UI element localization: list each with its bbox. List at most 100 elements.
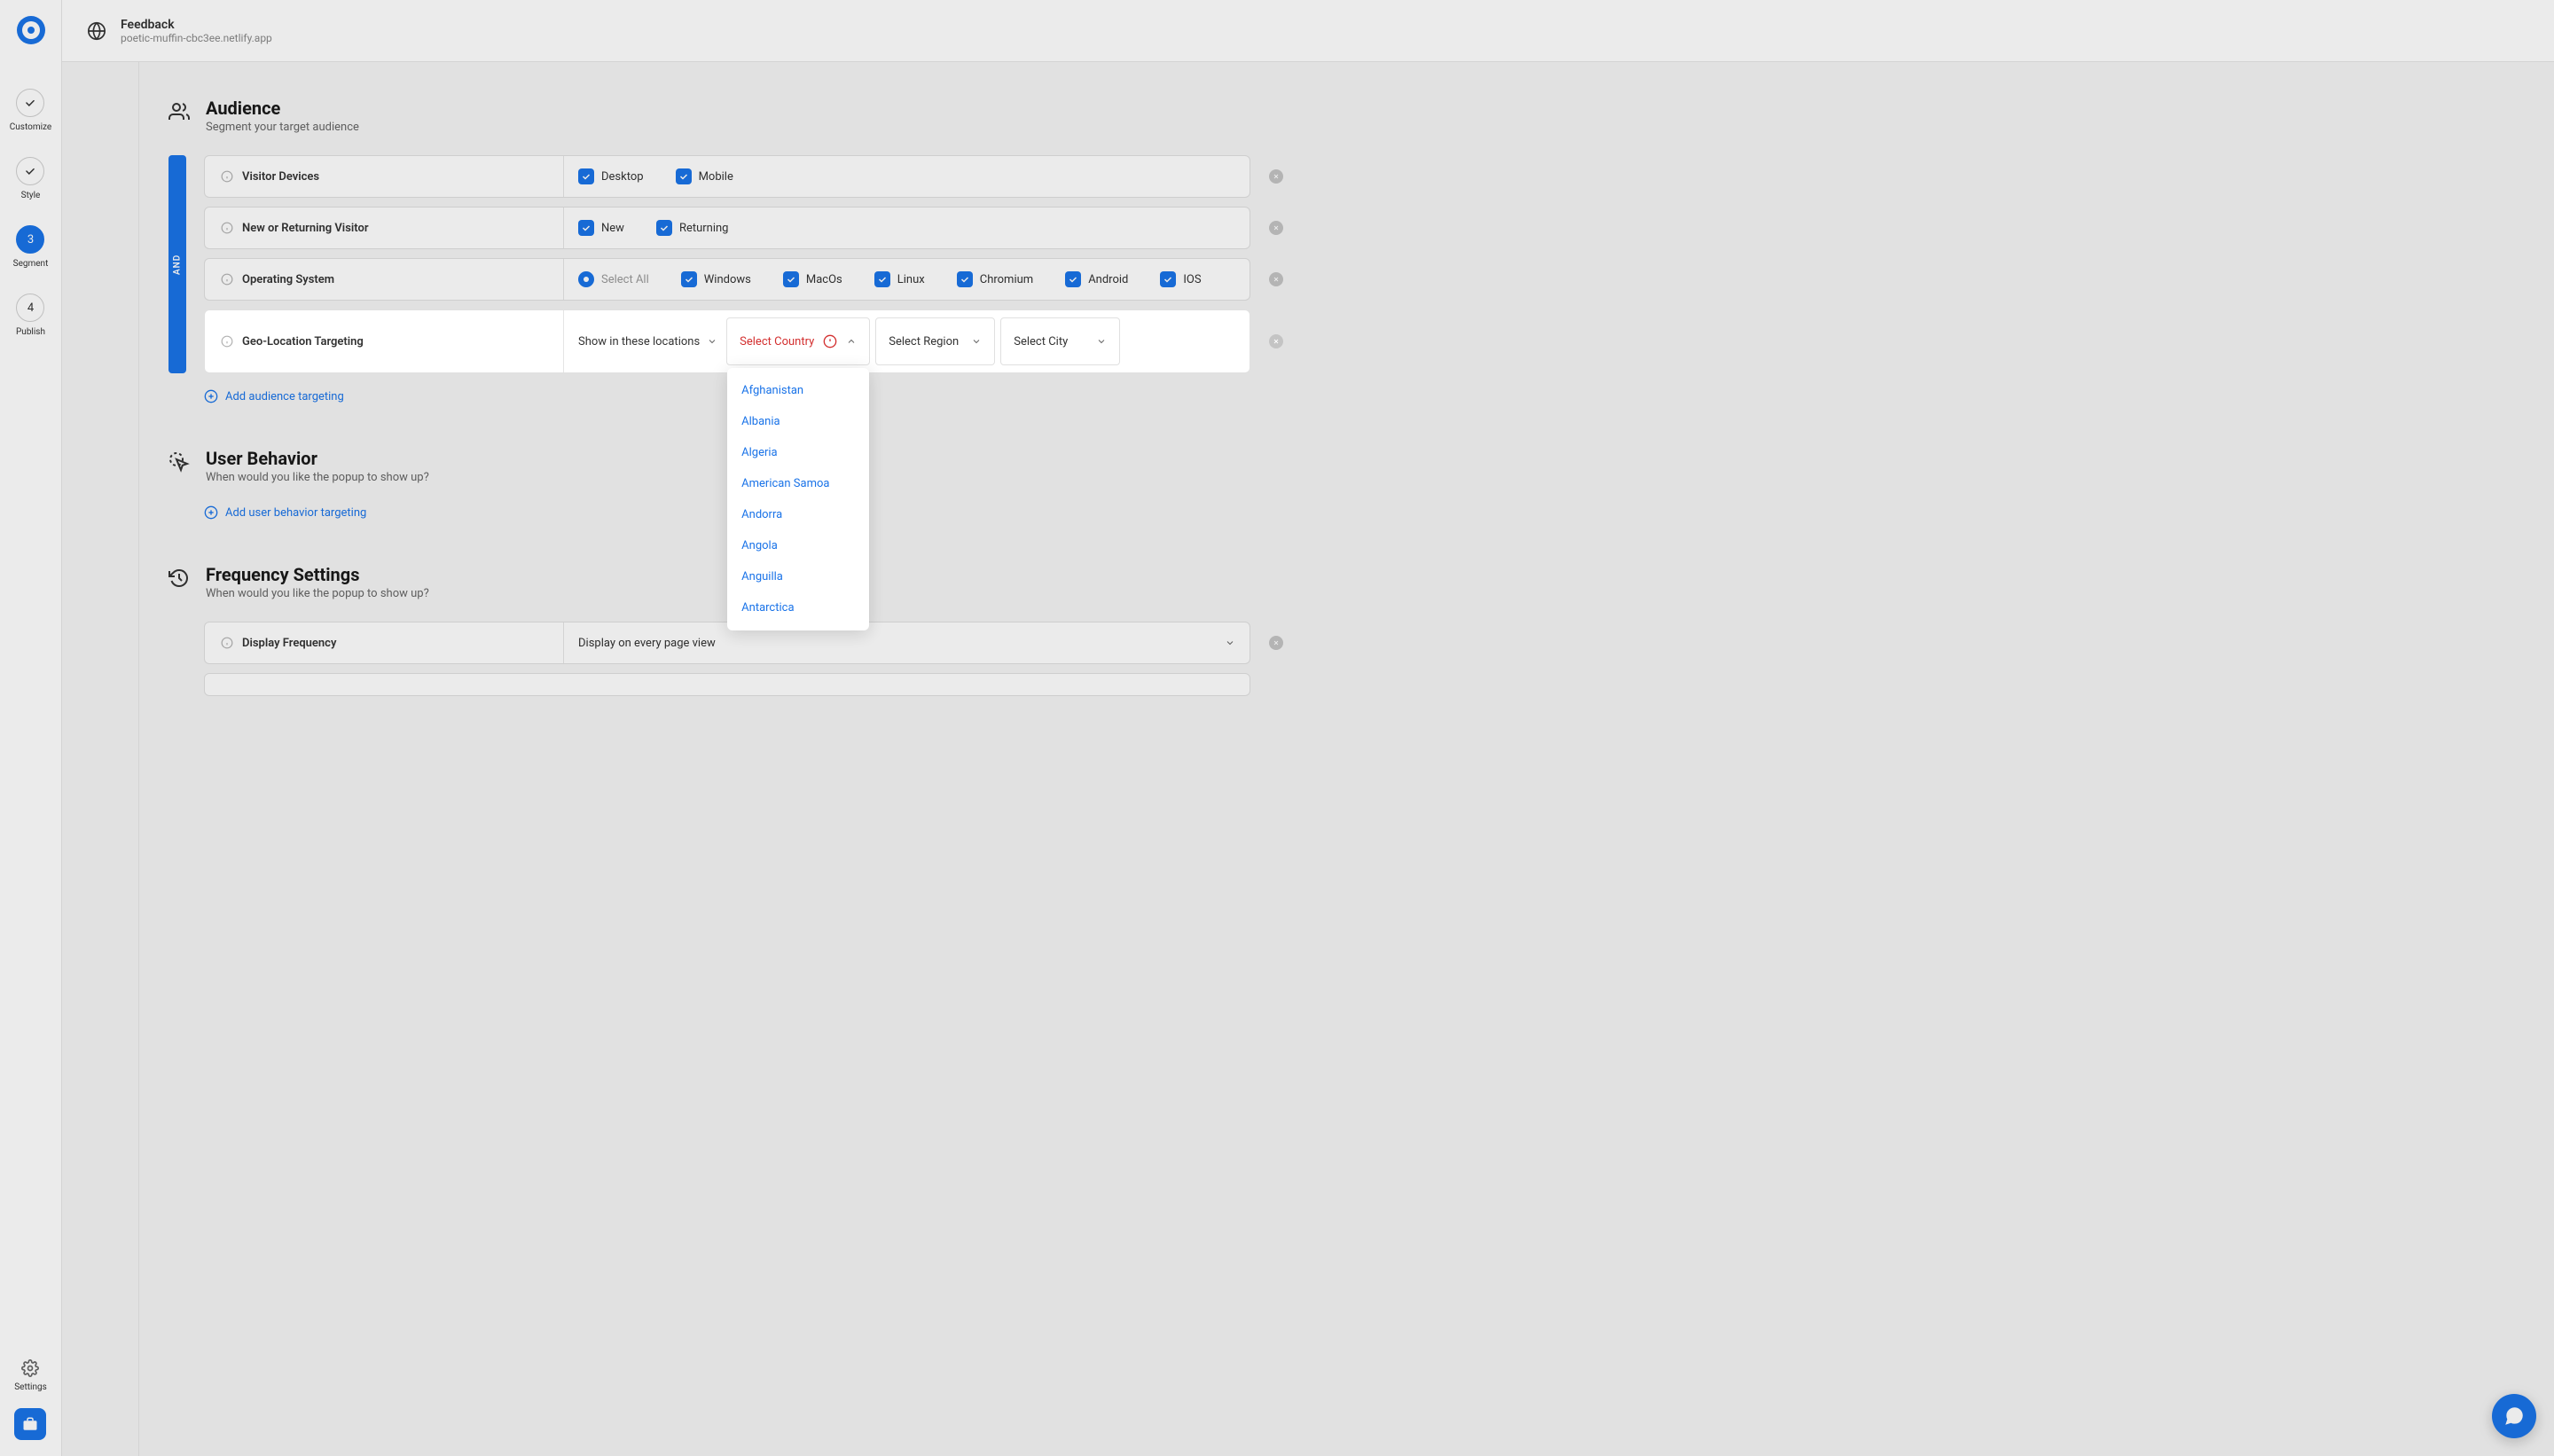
macos-checkbox[interactable]: MacOs [783,271,842,287]
country-option[interactable]: Afghanistan [727,375,869,406]
info-icon [221,637,233,649]
info-icon [221,335,233,348]
check-icon [581,171,591,182]
remove-row-button[interactable] [1269,169,1283,184]
country-option[interactable]: American Samoa [727,468,869,499]
linux-checkbox[interactable]: Linux [874,271,925,287]
sidebar-nav: Customize Style 3 Segment 4 Publish Sett… [0,0,62,1456]
country-option[interactable]: Andorra [727,499,869,530]
frequency-title: Frequency Settings [206,564,429,585]
and-tab: AND [168,155,186,373]
behavior-section: User Behavior When would you like the po… [168,448,1250,520]
page-title: Feedback [121,18,272,32]
chromium-checkbox[interactable]: Chromium [957,271,1033,287]
geo-row: Geo-Location Targeting Show in these loc… [204,309,1250,373]
nav-step-publish-label: Publish [16,327,45,337]
nav-step-style-label: Style [21,191,41,200]
check-icon [1163,274,1173,285]
country-option[interactable]: Albania [727,406,869,437]
page-subtitle: poetic-muffin-cbc3ee.netlify.app [121,32,272,44]
select-city[interactable]: Select City [1000,317,1120,365]
remove-row-button[interactable] [1269,636,1283,650]
nav-step-customize-label: Customize [10,122,51,132]
devices-label: Visitor Devices [242,170,319,184]
chevron-down-icon [1096,336,1107,347]
close-icon [1273,224,1280,231]
check-icon [678,171,689,182]
select-all-radio[interactable]: Select All [578,271,649,287]
close-icon [1273,639,1280,646]
returning-checkbox[interactable]: Returning [656,220,729,236]
country-option[interactable]: Anguilla [727,561,869,592]
close-icon [1273,276,1280,283]
chat-button[interactable] [2492,1394,2536,1438]
chevron-down-icon [1225,638,1235,648]
audience-icon [168,101,190,122]
android-checkbox[interactable]: Android [1065,271,1128,287]
alert-icon [823,334,837,348]
show-in-select[interactable]: Show in these locations [578,330,717,354]
select-country[interactable]: Select Country Afghanistan Albania Alger… [726,317,870,365]
remove-row-button[interactable] [1269,334,1283,348]
check-icon [684,274,694,285]
nav-step-customize[interactable]: Customize [10,89,51,132]
country-dropdown: Afghanistan Albania Algeria American Sam… [727,368,869,630]
check-icon [24,165,36,177]
ios-checkbox[interactable]: IOS [1160,271,1201,287]
cursor-click-icon [168,451,190,473]
audience-title: Audience [206,98,359,119]
check-icon [960,274,970,285]
chat-icon [2503,1405,2526,1428]
settings-label: Settings [14,1382,47,1392]
chevron-down-icon [971,336,982,347]
chevron-up-icon [846,336,857,347]
settings-button[interactable]: Settings [14,1359,47,1392]
os-label: Operating System [242,273,334,286]
devices-row: Visitor Devices Desktop Mobile [204,155,1250,198]
check-icon [659,223,670,233]
visitor-type-row: New or Returning Visitor New Returning [204,207,1250,249]
remove-row-button[interactable] [1269,221,1283,235]
mobile-checkbox[interactable]: Mobile [676,168,733,184]
app-logo[interactable] [17,16,45,44]
check-icon [1068,274,1078,285]
behavior-title: User Behavior [206,448,429,469]
audience-section: Audience Segment your target audience AN… [168,98,1250,403]
chevron-down-icon [707,336,717,347]
display-frequency-label: Display Frequency [242,637,336,650]
info-icon [221,273,233,286]
close-icon [1273,173,1280,180]
country-option[interactable]: Antarctica [727,592,869,623]
visitor-label: New or Returning Visitor [242,222,369,235]
history-icon [168,568,190,589]
info-icon [221,222,233,234]
country-option[interactable]: Angola [727,530,869,561]
remove-row-button[interactable] [1269,272,1283,286]
geo-label: Geo-Location Targeting [242,335,364,348]
select-region[interactable]: Select Region [875,317,995,365]
plus-circle-icon [204,505,218,520]
nav-step-style[interactable]: Style [16,157,44,200]
briefcase-button[interactable] [14,1408,46,1440]
page-header: Feedback poetic-muffin-cbc3ee.netlify.ap… [62,0,2554,62]
check-icon [581,223,591,233]
desktop-checkbox[interactable]: Desktop [578,168,644,184]
behavior-subtitle: When would you like the popup to show up… [206,471,429,484]
windows-checkbox[interactable]: Windows [681,271,751,287]
nav-step-segment-label: Segment [13,259,49,269]
briefcase-icon [22,1416,38,1432]
country-option[interactable]: Algeria [727,437,869,468]
frequency-subtitle: When would you like the popup to show up… [206,587,429,600]
nav-step-publish[interactable]: 4 Publish [16,294,45,337]
audience-subtitle: Segment your target audience [206,121,359,134]
display-frequency-select[interactable]: Display on every page view [578,631,1235,655]
globe-icon [87,21,106,41]
check-icon [24,97,36,109]
os-row: Operating System Select All Windows [204,258,1250,301]
gear-icon [21,1359,39,1377]
close-icon [1273,338,1280,345]
empty-row [204,673,1250,696]
nav-step-segment[interactable]: 3 Segment [13,225,49,269]
info-icon [221,170,233,183]
new-checkbox[interactable]: New [578,220,624,236]
